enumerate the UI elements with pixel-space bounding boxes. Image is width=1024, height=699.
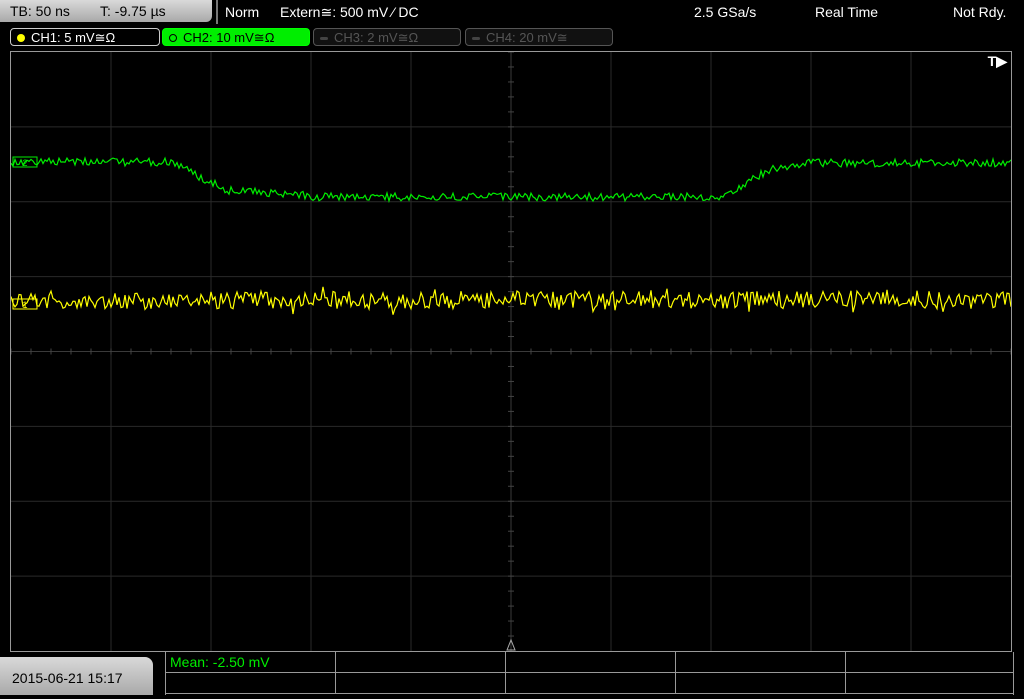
top-status-bar: TB: 50 ns T: -9.75 µs Norm Extern≅: 500 … [0,0,1024,24]
channel-4-indicator-icon [472,37,480,40]
trigger-source[interactable]: Extern≅: 500 mV ⁄ DC [280,0,419,24]
measurement-cell[interactable] [336,652,506,673]
ready-status: Not Rdy. [953,4,1007,20]
measurement-panel: Mean: -2.50 mV [165,652,1014,695]
channel-2-indicator-icon [169,34,177,42]
timebase-panel[interactable]: TB: 50 ns T: -9.75 µs [0,0,212,22]
channel-2-button[interactable]: CH2: 10 mV≅Ω [162,28,310,46]
divider [216,0,218,24]
channel-3-label: CH3: 2 mV≅Ω [334,30,419,45]
measurement-cell[interactable] [676,673,846,694]
svg-text:2: 2 [22,158,27,168]
measurement-cell[interactable] [166,673,336,694]
waveform-svg: 2 1 [11,52,1011,651]
measurement-cell[interactable] [846,673,1013,694]
trigger-time-value: T: -9.75 µs [100,3,166,19]
waveform-display[interactable]: 2 1 T▶ [10,51,1012,652]
datetime-display: 2015-06-21 15:17 [0,657,153,695]
measurement-cell[interactable] [846,652,1013,673]
measurement-cell[interactable]: Mean: -2.50 mV [166,652,336,673]
channel-4-button[interactable]: CH4: 20 mV≅ [465,28,613,46]
trigger-mode[interactable]: Norm [225,0,259,24]
mean-measurement: Mean: -2.50 mV [170,654,270,670]
channel-1-button[interactable]: CH1: 5 mV≅Ω [10,28,160,46]
measurement-cell[interactable] [336,673,506,694]
acquisition-mode: Real Time [815,4,879,20]
channel-3-button[interactable]: CH3: 2 mV≅Ω [313,28,461,46]
channel-1-label: CH1: 5 mV≅Ω [31,30,116,45]
trigger-level-marker: T▶ [987,53,1007,69]
channel-2-label: CH2: 10 mV≅Ω [183,30,275,45]
timebase-value: TB: 50 ns [10,3,70,19]
graticule [11,52,1011,651]
channel-4-label: CH4: 20 mV≅ [486,30,568,45]
channel-bar: CH1: 5 mV≅Ω CH2: 10 mV≅Ω CH3: 2 mV≅Ω CH4… [0,26,1024,48]
measurement-cell[interactable] [676,652,846,673]
channel-3-indicator-icon [320,37,328,40]
channel-1-indicator-icon [17,34,25,42]
measurement-cell[interactable] [506,652,676,673]
sample-rate: 2.5 GSa/s [694,4,757,20]
measurement-cell[interactable] [506,673,676,694]
svg-text:1: 1 [22,300,27,310]
